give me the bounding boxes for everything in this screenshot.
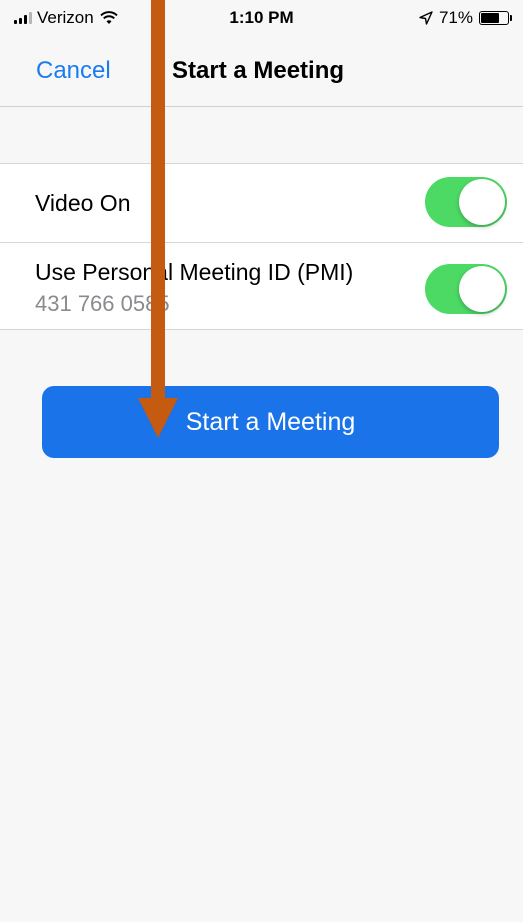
battery-fill: [481, 13, 499, 23]
status-right: 71%: [419, 8, 512, 28]
pmi-label: Use Personal Meeting ID (PMI): [35, 259, 354, 285]
location-icon: [419, 11, 433, 25]
nav-bar: Cancel Start a Meeting: [0, 38, 523, 107]
status-bar: Verizon 1:10 PM 71%: [0, 0, 523, 38]
page-title: Start a Meeting: [172, 57, 345, 84]
battery-icon: [479, 11, 512, 25]
annotation-arrow: [138, 0, 178, 438]
battery-percent: 71%: [438, 8, 473, 27]
video-on-label: Video On: [35, 190, 131, 216]
video-on-toggle[interactable]: [425, 177, 507, 227]
toggle-knob: [459, 179, 505, 225]
battery-tip: [510, 15, 512, 21]
settings-group: Video On Use Personal Meeting ID (PMI) 4…: [0, 163, 523, 330]
cancel-button[interactable]: Cancel: [36, 57, 111, 85]
pmi-toggle[interactable]: [425, 264, 507, 314]
video-on-row[interactable]: Video On: [0, 164, 523, 243]
toggle-knob: [459, 266, 505, 312]
pmi-id: 431 766 0585: [35, 291, 170, 316]
start-meeting-button[interactable]: Start a Meeting: [42, 386, 499, 458]
pmi-row[interactable]: Use Personal Meeting ID (PMI) 431 766 05…: [0, 243, 523, 329]
